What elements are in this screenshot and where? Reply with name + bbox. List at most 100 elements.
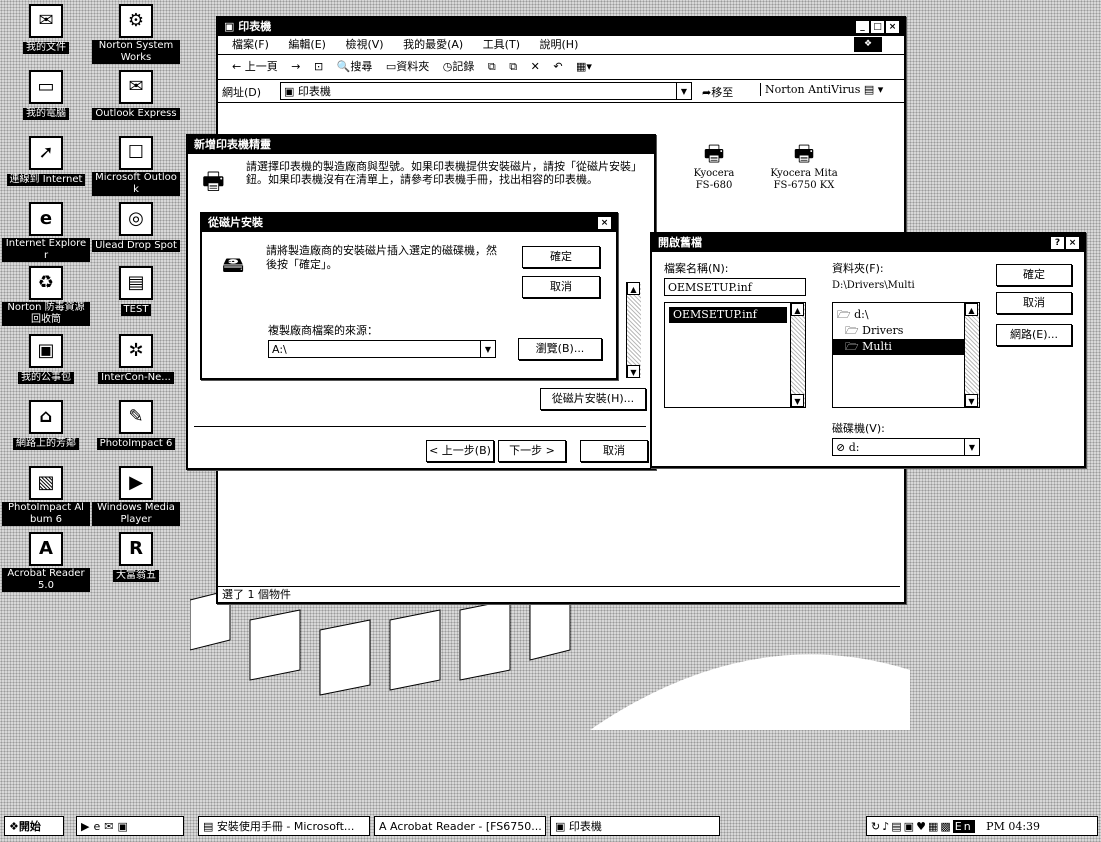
go-button[interactable]: ➦移至 — [702, 84, 733, 100]
tray-icon[interactable]: ♪ — [882, 820, 891, 833]
folder-item-multi[interactable]: 🗁 Multi — [833, 339, 964, 355]
task-button[interactable]: ▤ 安裝使用手冊 - Microsoft... — [198, 816, 370, 836]
desktop-icon[interactable]: ♻ Norton 防毒資源回收筒 — [2, 266, 90, 326]
scroll-down-icon[interactable]: ▼ — [791, 394, 804, 407]
desktop-icon-label: Microsoft Outlook — [92, 172, 180, 196]
scroll-down-icon[interactable]: ▼ — [965, 394, 978, 407]
next-button[interactable]: 下一步 > — [498, 440, 566, 462]
desktop-icon[interactable]: R 大富翁五 — [92, 532, 180, 582]
back-button[interactable]: < 上一步(B) — [426, 440, 494, 462]
minimize-button[interactable]: _ — [855, 20, 870, 34]
wizard-titlebar[interactable]: 新增印表機精靈 — [188, 136, 654, 154]
scroll-down-icon[interactable]: ▼ — [627, 365, 640, 378]
outlook-icon[interactable]: ✉ — [104, 820, 117, 833]
undo-icon[interactable]: ↶ — [553, 60, 562, 73]
help-button[interactable]: ? — [1050, 236, 1065, 250]
scroll-up-icon[interactable]: ▲ — [791, 303, 804, 316]
desktop-icon[interactable]: ◎ Ulead Drop Spot — [92, 202, 180, 252]
show-desktop-icon[interactable]: ▣ — [117, 820, 131, 833]
up-folder-button[interactable]: ⊡ — [314, 60, 323, 73]
open-close-button[interactable]: × — [1065, 236, 1080, 250]
desktop-icon[interactable]: e Internet Explorer — [2, 202, 90, 262]
delete-icon[interactable]: ✕ — [531, 60, 540, 73]
filename-input[interactable]: OEMSETUP.inf — [664, 278, 806, 296]
desktop-icon[interactable]: ▤ TEST — [92, 266, 180, 316]
history-button[interactable]: ◷記錄 — [443, 60, 475, 73]
address-dropdown-icon[interactable]: ▼ — [676, 83, 691, 99]
move-to-icon[interactable]: ⧉ — [488, 60, 496, 73]
language-indicator[interactable]: En — [952, 820, 975, 833]
source-combobox[interactable]: A:\ ▼ — [268, 340, 496, 358]
desktop-icon[interactable]: ⌂ 網路上的芳鄰 — [2, 400, 90, 450]
folder-item-drivers[interactable]: 🗁 Drivers — [833, 323, 979, 339]
desktop-icon[interactable]: ✎ PhotoImpact 6 — [92, 400, 180, 450]
combobox-dropdown-icon[interactable]: ▼ — [480, 341, 495, 357]
desktop-icon[interactable]: ✉ Outlook Express — [92, 70, 180, 120]
disk-ok-button[interactable]: 確定 — [522, 246, 600, 268]
search-button[interactable]: 🔍搜尋 — [337, 60, 373, 73]
search-icon: 🔍 — [336, 60, 351, 73]
have-disk-button[interactable]: 從磁片安裝(H)... — [540, 388, 646, 410]
desktop-icon[interactable]: ▭ 我的電腦 — [2, 70, 90, 120]
tray-icon[interactable]: ▣ — [904, 820, 916, 833]
maximize-button[interactable]: □ — [870, 20, 885, 34]
desktop-icon[interactable]: ▶ Windows Media Player — [92, 466, 180, 526]
copy-to-icon[interactable]: ⧉ — [509, 60, 517, 73]
file-item[interactable]: OEMSETUP.inf — [669, 307, 787, 323]
close-button[interactable]: × — [885, 20, 900, 34]
file-list-scrollbar[interactable]: ▲ ▼ — [790, 303, 805, 407]
desktop-icon-label: Ulead Drop Spot — [92, 240, 180, 252]
tray-icon[interactable]: ♥ — [916, 820, 928, 833]
folders-button[interactable]: ▭資料夾 — [386, 60, 429, 73]
desktop-icon[interactable]: ✲ InterCon-Ne... — [92, 334, 180, 384]
desktop-icon[interactable]: ➚ 連線到 Internet — [2, 136, 90, 186]
open-ok-button[interactable]: 確定 — [996, 264, 1072, 286]
desktop-icon[interactable]: ⚙ Norton SystemWorks — [92, 4, 180, 64]
views-icon[interactable]: ▦▾ — [576, 60, 592, 73]
menu-view[interactable]: 檢視(V) — [345, 38, 383, 51]
ie-icon[interactable]: e — [93, 820, 104, 833]
scroll-up-icon[interactable]: ▲ — [627, 282, 640, 295]
wizard-cancel-button[interactable]: 取消 — [580, 440, 648, 462]
tray-icon[interactable]: ▦ — [928, 820, 940, 833]
address-input[interactable]: ▣ 印表機 ▼ — [280, 82, 692, 100]
tray-icon[interactable]: ▩ — [940, 820, 952, 833]
menu-favorites[interactable]: 我的最愛(A) — [403, 38, 463, 51]
menu-edit[interactable]: 編輯(E) — [288, 38, 326, 51]
menu-help[interactable]: 說明(H) — [540, 38, 579, 51]
start-button[interactable]: ❖開始 — [4, 816, 64, 836]
wizard-list-scrollbar[interactable]: ▲ ▼ — [626, 282, 641, 378]
disk-close-button[interactable]: × — [597, 216, 612, 230]
forward-button[interactable]: → — [291, 60, 300, 73]
desktop-icon[interactable]: ☐ Microsoft Outlook — [92, 136, 180, 196]
drive-dropdown-icon[interactable]: ▼ — [964, 439, 979, 455]
menu-file[interactable]: 檔案(F) — [232, 38, 269, 51]
task-button[interactable]: ▣ 印表機 — [550, 816, 720, 836]
browse-button[interactable]: 瀏覽(B)... — [518, 338, 602, 360]
norton-antivirus-toolbar[interactable]: Norton AntiVirus ▤ ▾ — [760, 83, 883, 96]
printer-item[interactable]: 🖶 Kyocera Mita FS-6750 KX — [764, 142, 844, 192]
media-play-icon[interactable]: ▶ — [81, 820, 93, 833]
desktop-icon[interactable]: ▣ 我的公事包 — [2, 334, 90, 384]
folder-item-d[interactable]: 🗁 d:\ — [833, 307, 979, 323]
drive-combobox[interactable]: ⊘ d: ▼ — [832, 438, 980, 456]
desktop-icon[interactable]: A Acrobat Reader 5.0 — [2, 532, 90, 592]
folder-tree-scrollbar[interactable]: ▲ ▼ — [964, 303, 979, 407]
file-listbox[interactable]: OEMSETUP.inf ▲ ▼ — [664, 302, 806, 408]
tray-icon[interactable]: ↻ — [871, 820, 882, 833]
disk-titlebar[interactable]: 從磁片安裝 × — [202, 214, 616, 232]
disk-cancel-button[interactable]: 取消 — [522, 276, 600, 298]
open-cancel-button[interactable]: 取消 — [996, 292, 1072, 314]
back-button[interactable]: ← 上一頁 — [232, 60, 278, 73]
task-button[interactable]: A Acrobat Reader - [FS6750... — [374, 816, 546, 836]
printers-titlebar[interactable]: ▣ 印表機 _ □ × — [218, 18, 904, 36]
folder-tree[interactable]: 🗁 d:\ 🗁 Drivers 🗁 Multi ▲ ▼ — [832, 302, 980, 408]
desktop-icon[interactable]: ▧ PhotoImpact Album 6 — [2, 466, 90, 526]
printer-item[interactable]: 🖶 Kyocera FS-680 — [684, 142, 744, 192]
scroll-up-icon[interactable]: ▲ — [965, 303, 978, 316]
tray-icon[interactable]: ▤ — [891, 820, 903, 833]
open-titlebar[interactable]: 開啟舊檔 ? × — [652, 234, 1084, 252]
network-button[interactable]: 網路(E)... — [996, 324, 1072, 346]
menu-tools[interactable]: 工具(T) — [483, 38, 520, 51]
desktop-icon[interactable]: ✉ 我的文件 — [2, 4, 90, 54]
